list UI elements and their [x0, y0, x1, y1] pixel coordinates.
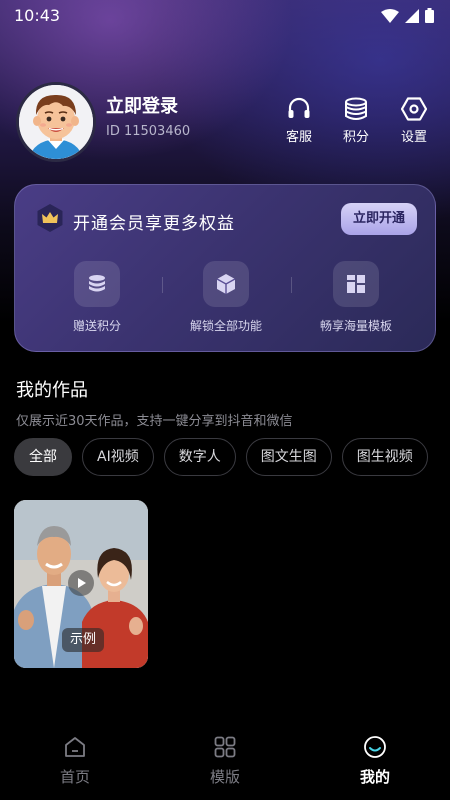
filter-chip-ai-video[interactable]: AI视频	[82, 438, 154, 476]
benefit-points[interactable]: 赠送积分	[42, 261, 152, 334]
nav-mine-label: 我的	[359, 768, 390, 786]
crown-icon	[37, 204, 63, 232]
nav-mine[interactable]: 我的	[330, 734, 420, 787]
bottom-nav: 首页 模版 我的	[0, 722, 450, 800]
nav-home[interactable]: 首页	[30, 734, 120, 787]
profile-smile-icon	[364, 736, 386, 758]
filter-chip-text-to-image[interactable]: 图文生图	[245, 438, 332, 476]
example-tag: 示例	[62, 628, 105, 652]
status-icons	[381, 8, 434, 23]
nav-templates-label: 模版	[209, 768, 240, 786]
benefit-templates-label: 畅享海量模板	[319, 319, 392, 333]
work-item[interactable]: 示例	[14, 500, 148, 668]
headset-icon	[288, 97, 310, 118]
cartoon-avatar-icon	[19, 85, 93, 159]
nav-home-label: 首页	[59, 768, 90, 786]
template-grid-icon	[347, 275, 365, 293]
divider	[162, 277, 163, 293]
coins-icon	[89, 275, 105, 292]
settings-label: 设置	[400, 130, 427, 145]
coins-icon	[345, 97, 367, 120]
points-button[interactable]: 积分	[334, 96, 378, 145]
settings-hex-icon	[401, 97, 427, 121]
section-title: 我的作品	[16, 380, 88, 401]
vip-card[interactable]: 开通会员享更多权益 立即开通 赠送积分 解锁全部功能 畅享海量模板	[14, 184, 436, 352]
benefit-unlock-label: 解锁全部功能	[189, 319, 262, 333]
user-id: ID 11503460	[106, 124, 191, 139]
nav-templates[interactable]: 模版	[180, 734, 270, 787]
filter-chips: 全部 AI视频 数字人 图文生图 图生视频	[14, 438, 428, 476]
benefit-templates[interactable]: 畅享海量模板	[301, 261, 411, 334]
status-time: 10:43	[14, 6, 61, 25]
customer-service-label: 客服	[285, 130, 312, 145]
grid-icon	[214, 736, 236, 758]
activate-vip-button[interactable]: 立即开通	[341, 203, 417, 235]
home-icon	[65, 737, 85, 757]
settings-button[interactable]: 设置	[392, 96, 436, 145]
divider	[291, 277, 292, 293]
battery-icon	[425, 8, 434, 23]
vip-title: 开通会员享更多权益	[73, 214, 235, 234]
filter-chip-all[interactable]: 全部	[14, 438, 72, 476]
status-bar: 10:43	[0, 0, 450, 32]
benefit-points-label: 赠送积分	[72, 319, 121, 333]
cube-icon	[216, 274, 236, 294]
customer-service-button[interactable]: 客服	[277, 96, 321, 145]
login-link[interactable]: 立即登录	[106, 92, 178, 118]
play-icon	[78, 578, 86, 588]
points-label: 积分	[342, 130, 369, 145]
benefit-unlock[interactable]: 解锁全部功能	[171, 261, 281, 334]
filter-chip-image-to-video[interactable]: 图生视频	[341, 438, 428, 476]
play-button[interactable]	[68, 570, 94, 596]
wifi-icon	[381, 8, 399, 23]
avatar[interactable]	[16, 82, 96, 162]
filter-chip-digital-human[interactable]: 数字人	[163, 438, 236, 476]
section-subtitle: 仅展示近30天作品，支持一键分享到抖音和微信	[16, 414, 293, 429]
signal-icon	[405, 8, 419, 23]
